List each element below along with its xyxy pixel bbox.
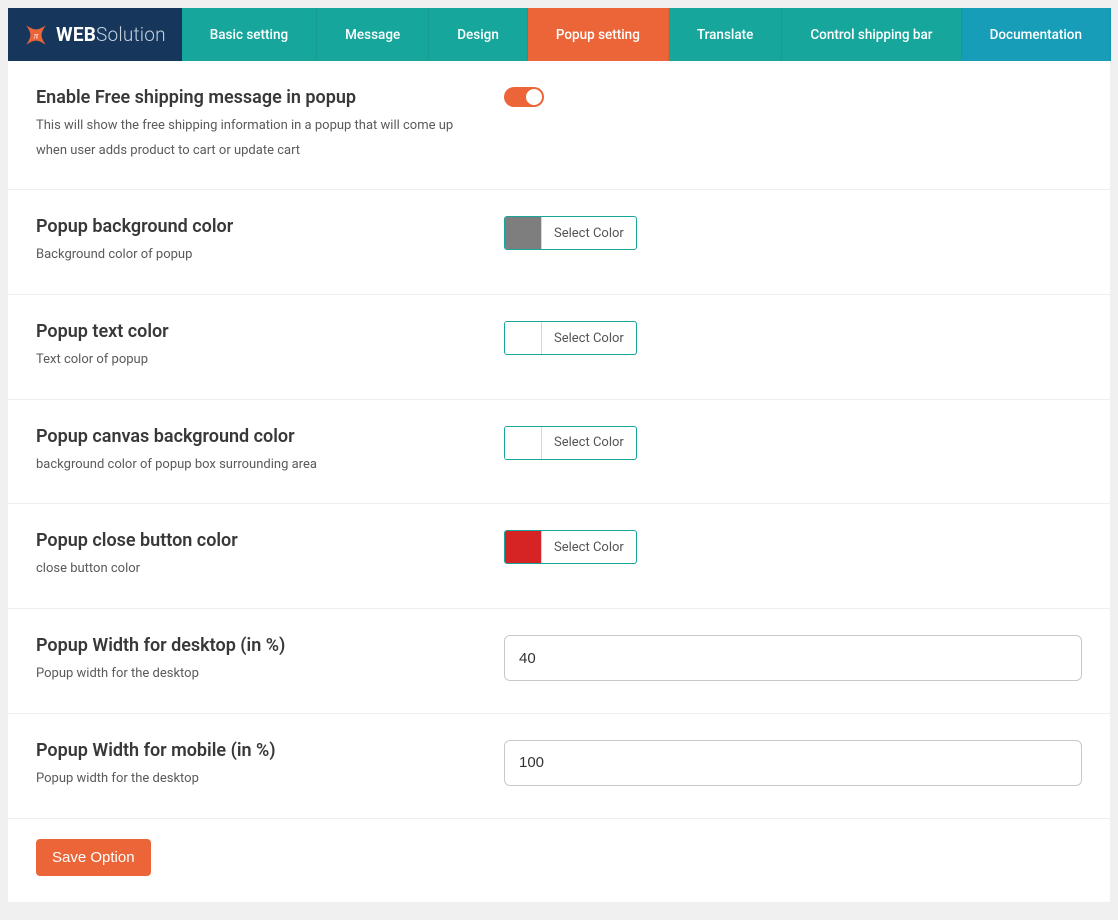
row-close-color: Popup close button color close button co… xyxy=(8,504,1110,609)
nav-tabs: Basic setting Message Design Popup setti… xyxy=(182,8,1111,61)
row-text-color: Popup text color Text color of popup Sel… xyxy=(8,295,1110,400)
row-width-mobile: Popup Width for mobile (in %) Popup widt… xyxy=(8,714,1110,819)
navbar: π WEBSolution Basic setting Message Desi… xyxy=(8,8,1110,61)
width-mobile-input[interactable] xyxy=(504,740,1082,786)
row-width-desktop-title: Popup Width for desktop (in %) xyxy=(36,635,476,656)
logo-icon: π xyxy=(22,21,50,49)
text-color-picker[interactable]: Select Color xyxy=(504,321,637,355)
logo: π WEBSolution xyxy=(8,8,182,61)
close-color-swatch xyxy=(505,531,541,563)
row-close-color-desc: close button color xyxy=(36,557,476,582)
row-canvas-color: Popup canvas background color background… xyxy=(8,400,1110,505)
row-text-color-desc: Text color of popup xyxy=(36,348,476,373)
logo-text-bold: WEB xyxy=(56,23,96,46)
logo-text-thin: Solution xyxy=(96,23,166,46)
canvas-color-picker[interactable]: Select Color xyxy=(504,426,637,460)
bg-color-label: Select Color xyxy=(541,217,636,249)
logo-text: WEBSolution xyxy=(56,23,166,46)
tab-design[interactable]: Design xyxy=(429,8,528,61)
tab-translate[interactable]: Translate xyxy=(669,8,782,61)
enable-popup-toggle[interactable] xyxy=(504,87,544,107)
text-color-swatch xyxy=(505,322,541,354)
row-width-desktop: Popup Width for desktop (in %) Popup wid… xyxy=(8,609,1110,714)
row-bg-color: Popup background color Background color … xyxy=(8,190,1110,295)
text-color-label: Select Color xyxy=(541,322,636,354)
row-enable-desc: This will show the free shipping informa… xyxy=(36,114,476,163)
row-width-mobile-title: Popup Width for mobile (in %) xyxy=(36,740,476,761)
row-bg-color-title: Popup background color xyxy=(36,216,476,237)
row-width-desktop-desc: Popup width for the desktop xyxy=(36,662,476,687)
bg-color-picker[interactable]: Select Color xyxy=(504,216,637,250)
save-button[interactable]: Save Option xyxy=(36,839,151,876)
close-color-picker[interactable]: Select Color xyxy=(504,530,637,564)
row-bg-color-desc: Background color of popup xyxy=(36,243,476,268)
tab-message[interactable]: Message xyxy=(317,8,429,61)
canvas-color-swatch xyxy=(505,427,541,459)
row-close-color-title: Popup close button color xyxy=(36,530,476,551)
close-color-label: Select Color xyxy=(541,531,636,563)
svg-text:π: π xyxy=(34,30,39,40)
tab-basic-setting[interactable]: Basic setting xyxy=(182,8,317,61)
bg-color-swatch xyxy=(505,217,541,249)
row-canvas-color-desc: background color of popup box surroundin… xyxy=(36,453,476,478)
settings-panel: Enable Free shipping message in popup Th… xyxy=(8,61,1110,902)
row-enable-title: Enable Free shipping message in popup xyxy=(36,87,476,108)
tab-control-shipping-bar[interactable]: Control shipping bar xyxy=(782,8,961,61)
tab-documentation[interactable]: Documentation xyxy=(962,8,1111,61)
row-width-mobile-desc: Popup width for the desktop xyxy=(36,767,476,792)
canvas-color-label: Select Color xyxy=(541,427,636,459)
row-text-color-title: Popup text color xyxy=(36,321,476,342)
row-canvas-color-title: Popup canvas background color xyxy=(36,426,476,447)
tab-popup-setting[interactable]: Popup setting xyxy=(528,8,669,61)
width-desktop-input[interactable] xyxy=(504,635,1082,681)
row-enable-popup: Enable Free shipping message in popup Th… xyxy=(8,61,1110,190)
save-bar: Save Option xyxy=(8,819,1110,902)
